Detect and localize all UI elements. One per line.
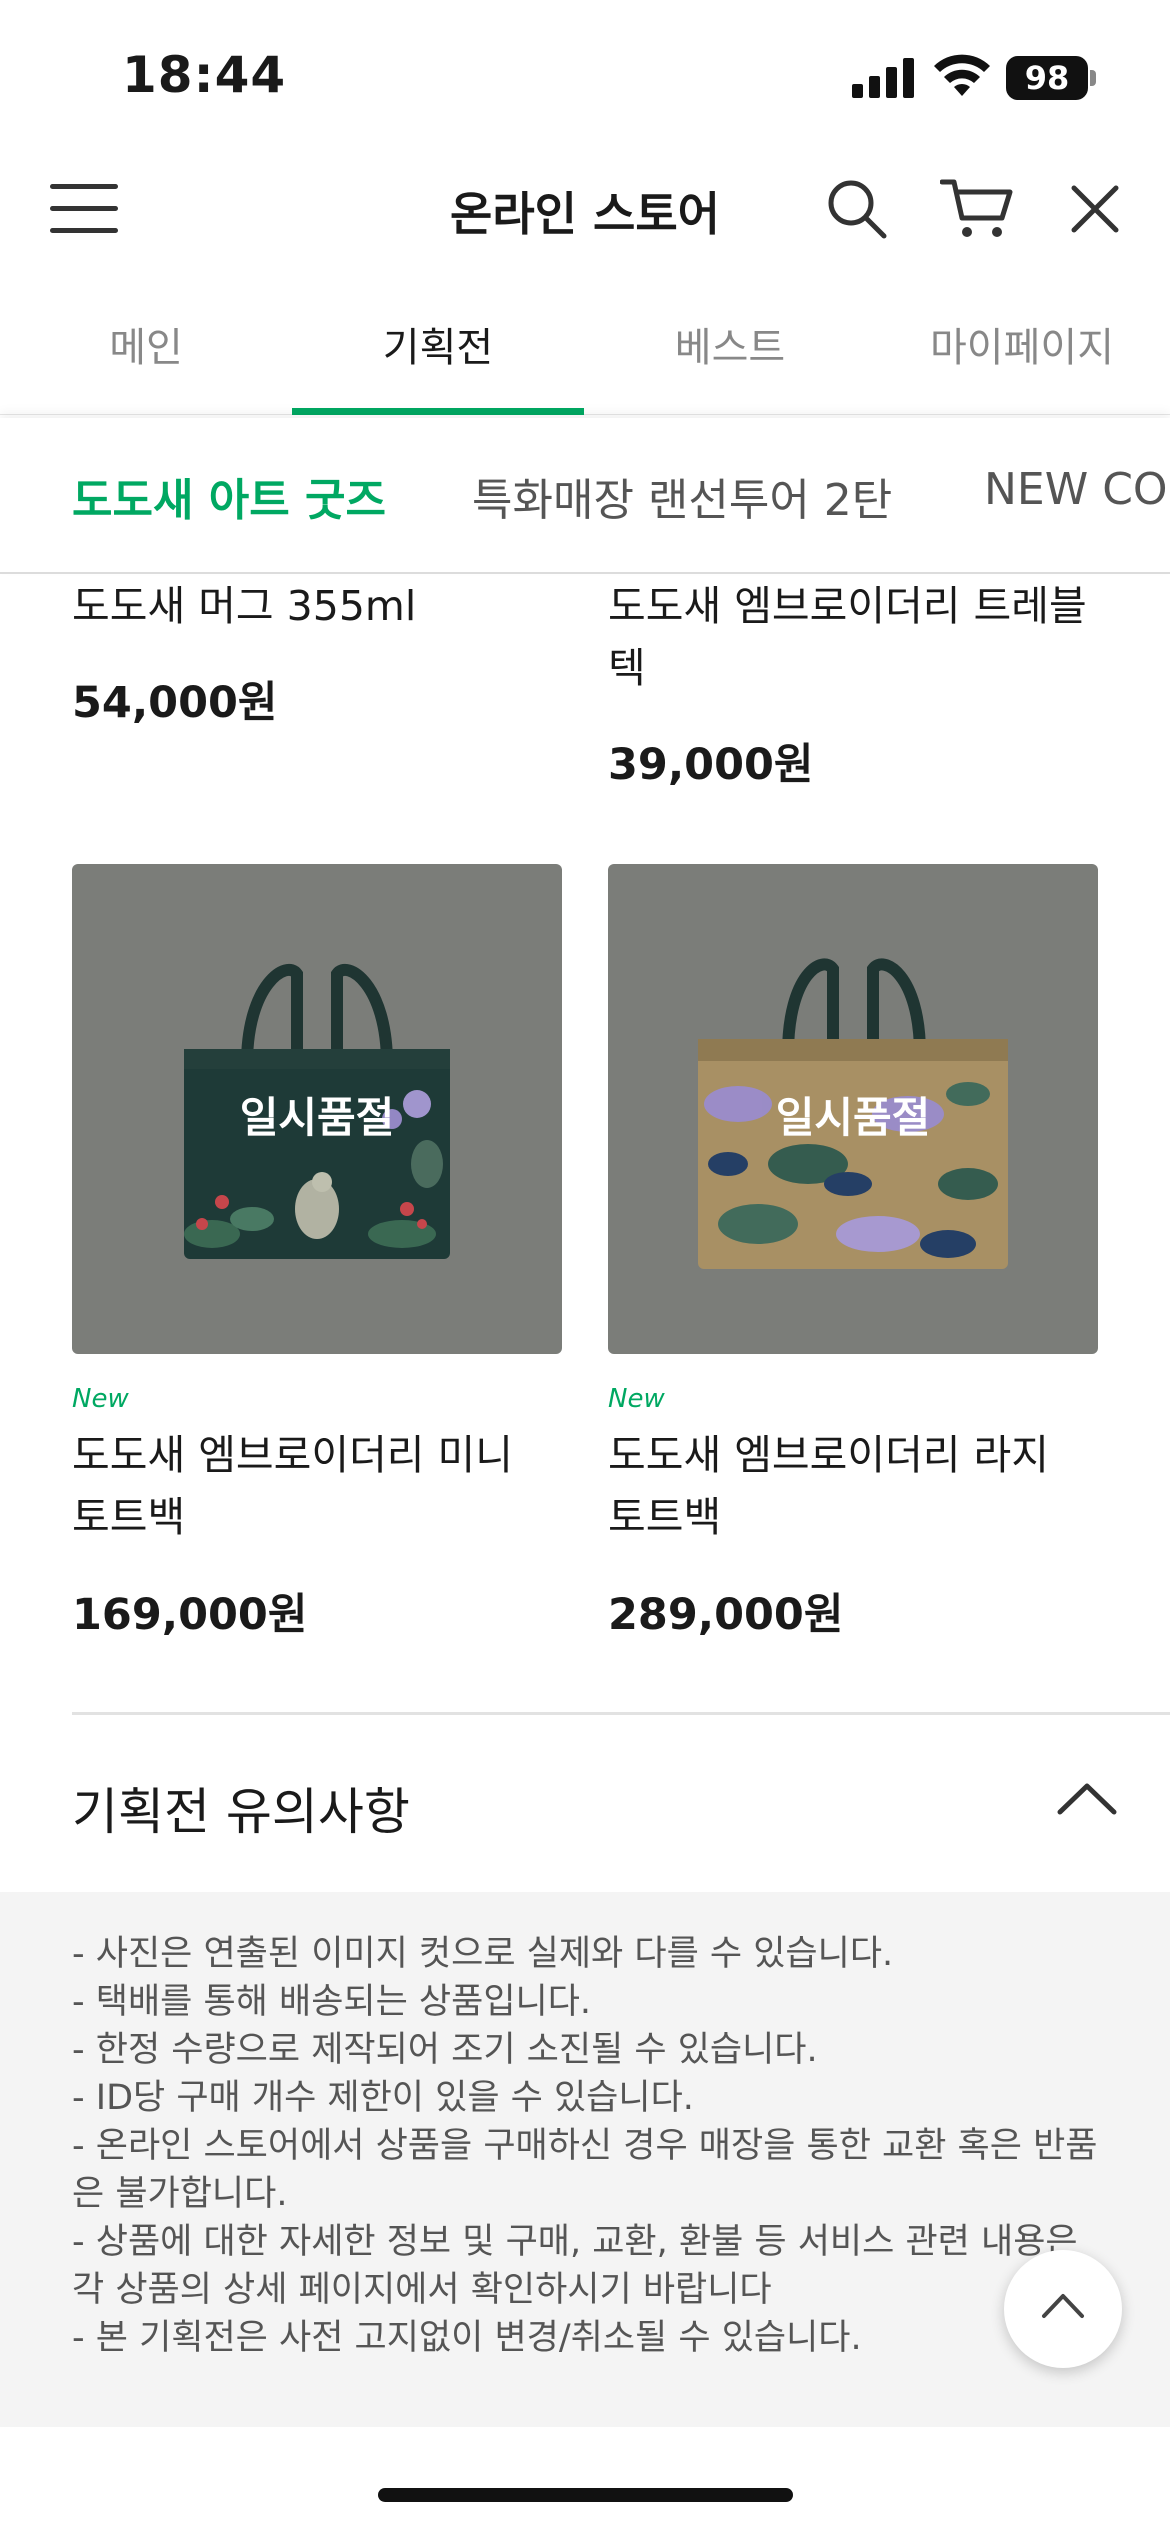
chevron-up-icon [1042,2294,1084,2318]
product-name[interactable]: 도도새 엠브로이더리 트레블 텍 [608,575,1108,699]
status-time: 18:44 [122,46,287,104]
product-price: 289,000원 [608,1590,844,1640]
battery-tip [1090,70,1096,86]
cart-icon[interactable] [940,176,1014,242]
notice-line: - 택배를 통해 배송되는 상품입니다. [72,1982,592,2022]
app-header: 온라인 스토어 [0,150,1170,270]
notice-title[interactable]: 기획전 유의사항 [72,1772,410,1844]
tab-exhibition[interactable]: 기획전 [292,300,584,415]
product-name-line: 토트백 [608,1493,722,1541]
product-name[interactable]: 도도새 엠브로이더리 미니 토트백 [72,1424,572,1548]
scroll-to-top-button[interactable] [1004,2250,1122,2368]
subtab-dodo-art-goods[interactable]: 도도새 아트 굿즈 [72,464,386,528]
notice-line: - 한정 수량으로 제작되어 조기 소진될 수 있습니다. [72,2030,818,2070]
notice-list: - 사진은 연출된 이미지 컷으로 실제와 다를 수 있습니다. - 택배를 통… [72,1930,1112,2362]
product-name-line: 도도새 엠브로이더리 트레블 [608,582,1087,630]
chevron-up-icon[interactable] [1056,1780,1118,1816]
notice-line: - 사진은 연출된 이미지 컷으로 실제와 다를 수 있습니다. [72,1934,894,1974]
product-image[interactable]: 일시품절 [72,864,562,1354]
section-divider [72,1712,1170,1715]
sold-out-label: 일시품절 [775,1093,931,1142]
product-price: 169,000원 [72,1590,308,1640]
notice-line: - 온라인 스토어에서 상품을 구매하신 경우 매장을 통한 교환 혹은 반품 [72,2126,1098,2166]
product-name-line: 도도새 엠브로이더리 미니 [72,1431,513,1479]
active-tab-underline [292,408,584,415]
tab-best[interactable]: 베스트 [584,300,876,415]
close-icon[interactable] [1070,184,1120,234]
tab-main[interactable]: 메인 [0,300,292,415]
tab-mypage[interactable]: 마이페이지 [876,300,1168,415]
sold-out-label: 일시품절 [239,1093,395,1142]
sub-tab-bar: 도도새 아트 굿즈 특화매장 랜선투어 2탄 NEW COLLECTION [0,418,1170,574]
signal-icon [852,58,914,98]
home-indicator [378,2488,793,2502]
battery-indicator: 98 [1006,56,1088,100]
main-tab-bar: 메인 기획전 베스트 마이페이지 [0,300,1170,415]
product-name[interactable]: 도도새 머그 355ml [72,575,572,637]
subtab-store-tour[interactable]: 특화매장 랜선투어 2탄 [472,464,892,528]
product-image[interactable]: 일시품절 [608,864,1098,1354]
new-badge: New [608,1384,665,1414]
product-price: 54,000원 [72,678,278,728]
subtab-new-collection[interactable]: NEW COLLECTION [984,464,1170,515]
new-badge: New [72,1384,129,1414]
notice-line: - ID당 구매 개수 제한이 있을 수 있습니다. [72,2078,694,2118]
notice-line: - 본 기획전은 사전 고지없이 변경/취소될 수 있습니다. [72,2318,862,2358]
wifi-icon [934,54,990,96]
product-price: 39,000원 [608,740,814,790]
notice-line: 각 상품의 상세 페이지에서 확인하시기 바랍니다 [72,2270,772,2310]
notice-line: - 상품에 대한 자세한 정보 및 구매, 교환, 환불 등 서비스 관련 내용… [72,2222,1078,2262]
product-name-line: 도도새 엠브로이더리 라지 [608,1431,1049,1479]
notice-line: 은 불가합니다. [72,2174,288,2214]
product-name[interactable]: 도도새 엠브로이더리 라지 토트백 [608,1424,1108,1548]
status-bar: 18:44 98 [0,0,1170,150]
tab-exhibition-label: 기획전 [382,325,494,371]
product-name-line: 토트백 [72,1493,186,1541]
search-icon[interactable] [826,178,888,240]
product-name-line: 텍 [608,644,646,692]
